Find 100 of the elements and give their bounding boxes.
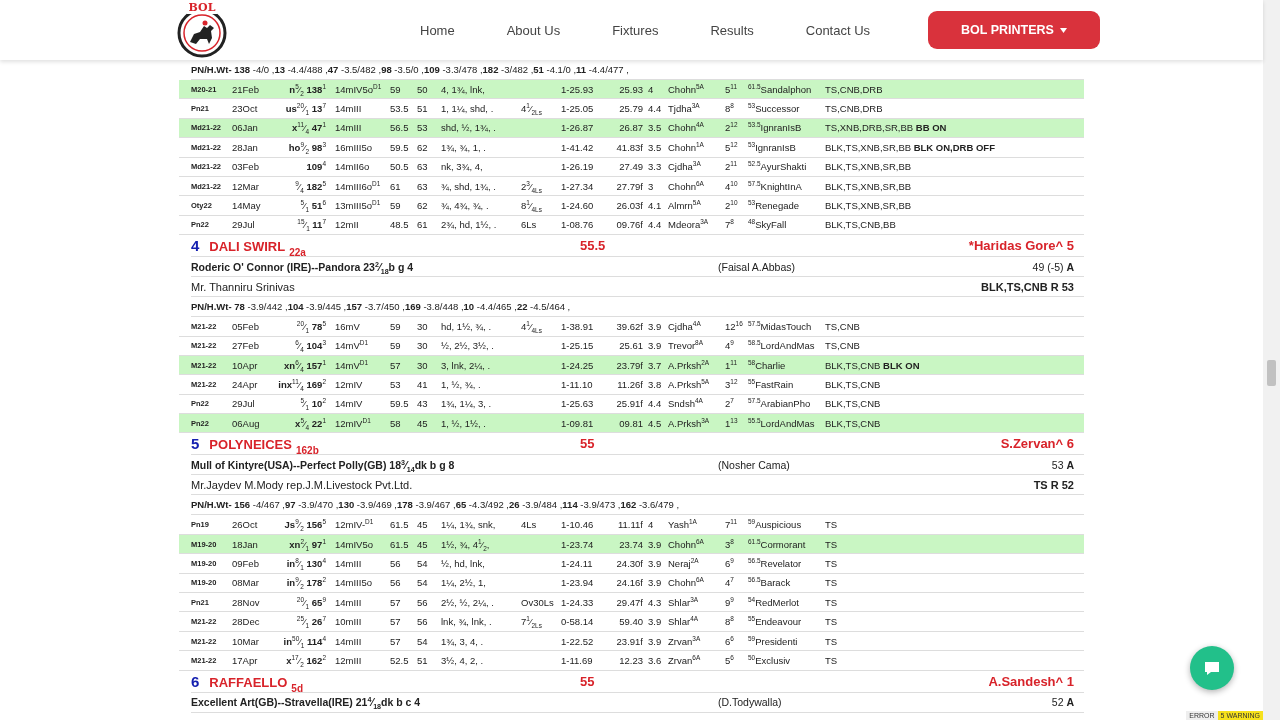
table-cell-text: 23.74 <box>618 538 643 550</box>
table-cell-text: 09Feb <box>232 557 260 569</box>
table-cell-text: TS,CNB,DRB <box>825 83 884 95</box>
pedigree-text: Excellent Art(GB)--Stravella(IRE) 21$^{4}$⁄$_{18}$dk b c 4 <box>191 696 422 709</box>
table-cell-text: 28Nov <box>232 596 261 608</box>
horse-number: 6 <box>191 672 200 690</box>
chat-button[interactable] <box>1190 646 1234 690</box>
table-cell-text: 1-24.25 <box>561 359 595 371</box>
table-cell-text: A.Prksh$^{2A}$ <box>668 359 711 371</box>
nav-link[interactable]: About Us <box>480 22 587 38</box>
table-cell-text: $^{52.5}$AyurShakti <box>748 161 808 173</box>
table-cell-text: 14mIII <box>335 596 363 608</box>
table-cell-text: 25.93 <box>618 83 643 95</box>
horse-number: 5 <box>191 435 200 453</box>
table-cell-text: 57 <box>390 635 402 647</box>
table-cell-text: 43 <box>417 398 429 410</box>
table-cell-text: 27.49 <box>618 161 643 173</box>
horse-number: 4 <box>191 237 200 255</box>
horse-rating: 49 (-5) A <box>1032 260 1075 273</box>
table-cell-text: 10mIII <box>335 616 363 628</box>
table-cell-text: 29.47f <box>615 596 643 608</box>
table-cell-text: 27.79f <box>615 180 643 192</box>
table-cell-text: BLK,TS,CNB BLK ON <box>825 359 921 371</box>
table-cell-text: TS,XNB,DRB,SR,BB BB ON <box>825 122 948 134</box>
table-cell-text: 25.79 <box>618 103 643 115</box>
horse-rating: 52 A <box>1051 696 1075 709</box>
table-cell-text: Zrvan$^{3A}$ <box>668 635 702 647</box>
table-cell-text: TS <box>825 557 839 569</box>
nav-link[interactable]: Fixtures <box>586 22 685 38</box>
table-cell-text: $^{57.5}$MidasTouch <box>748 320 813 332</box>
table-cell-text: 0-58.14 <box>561 616 595 628</box>
table-cell-text: Tjdha$^{3A}$ <box>668 103 701 115</box>
table-cell-text: 09.81 <box>618 417 643 429</box>
table-cell-text: 3.7 <box>647 359 663 371</box>
table-cell-text: $^{58}$Charlie <box>748 359 787 371</box>
table-cell-text: $^{15}$⁄$_{1}$ 11$^{7}$ <box>296 219 327 231</box>
table-cell-text: $^{53}$Successor <box>748 103 801 115</box>
table-cell-text: TS <box>825 519 839 531</box>
table-cell-text: 3.9 <box>647 340 663 352</box>
printers-dropdown-button[interactable]: BOL PRINTERS <box>928 11 1100 49</box>
table-cell-text: x$^{17}$⁄$_{2}$ 162$^{2}$ <box>285 654 327 666</box>
table-cell-text: $^{48}$SkyFall <box>748 219 788 231</box>
table-cell-text: 4Ls <box>521 519 538 531</box>
table-cell-text: x$^{11}$⁄$_{4}$ 47$^{1}$ <box>291 122 327 134</box>
table-cell-text: 12mIV <box>335 379 364 390</box>
nav-link[interactable]: Results <box>684 22 780 38</box>
table-cell-text: 3.9 <box>647 557 663 569</box>
table-cell-text: 26.03f <box>615 200 643 212</box>
trainer-name: (D.Todywalla) <box>718 696 782 709</box>
table-cell-text: TS,CNB <box>825 340 861 352</box>
horse-name: DALI SWIRL <box>209 239 286 255</box>
table-cell-text: 1$^{13}$ <box>725 417 739 429</box>
table-cell-text: $^{6}$⁄$_{4}$ 104$^{3}$ <box>294 340 327 352</box>
table-cell-text: 1-24.60 <box>561 200 595 212</box>
horse-name: POLYNEICES <box>209 437 292 453</box>
table-cell-text: $^{50}$Exclusiv <box>748 654 792 666</box>
table-cell-text: 2$^{11}$ <box>725 161 738 173</box>
table-cell-text: 56 <box>390 557 402 569</box>
table-cell-text: 11.26f <box>616 379 643 390</box>
table-cell-text: $^{20}$⁄$_{1}$ 78$^{5}$ <box>295 320 327 332</box>
table-cell-text: 28Jan <box>232 141 259 153</box>
table-cell-text: 2$^{3}$⁄$_{4Ls}$ <box>521 180 543 192</box>
table-cell-text: 14mIII <box>335 557 363 569</box>
table-cell-text: $^{61.5}$Sandalphon <box>748 83 813 95</box>
table-cell-text: BLK,TS,CNB <box>825 417 882 429</box>
table-cell-text: x$^{5}$⁄$_{4}$ 22$^{1}$ <box>294 417 327 429</box>
table-cell-text: 57 <box>390 616 402 628</box>
table-cell-text: 59.5 <box>390 398 410 410</box>
table-cell-text: 1-08.76 <box>561 219 595 231</box>
table-cell-text: 3.9 <box>647 538 663 550</box>
scrollbar[interactable] <box>1263 0 1280 720</box>
horse-name: RAFFAELLO <box>209 674 288 690</box>
table-cell-text: 14mV$^{D1}$ <box>335 340 370 352</box>
table-cell-text: 61 <box>417 219 429 231</box>
table-cell-text: 61 <box>390 180 402 192</box>
gear-text: BLK,TS,CNB R 53 <box>981 280 1075 293</box>
nav-link[interactable]: Contact Us <box>779 22 897 38</box>
table-cell-text: 24.16f <box>615 577 643 589</box>
table-cell-text: 14mIV5o <box>335 538 375 550</box>
table-cell-text: 14mIII6o$^{D1}$ <box>335 180 382 192</box>
table-cell-text: BLK,TS,CNB,BB <box>825 219 897 231</box>
trainer-name: (Nosher Cama) <box>718 458 790 471</box>
table-cell-text: 3.9 <box>647 320 663 332</box>
jockey-name: *Haridas Gore^ 5 <box>968 238 1075 254</box>
table-cell-text: 3.9 <box>647 616 663 628</box>
table-cell-text: 26Oct <box>232 519 259 531</box>
table-cell-text: 3, lnk, 2¼, . <box>441 359 492 371</box>
table-cell-text: 25.91f <box>615 398 643 410</box>
table-cell-text: 2$^{10}$ <box>725 200 739 212</box>
table-cell-text: 23.91f <box>615 635 643 647</box>
table-cell-text: 3.5 <box>647 141 663 153</box>
table-cell-text: xn$^{6}$⁄$_{4}$ 157$^{1}$ <box>283 359 327 371</box>
table-cell-text: 4$^{9}$ <box>725 340 735 352</box>
table-cell-text: 14mV$^{D1}$ <box>335 359 370 371</box>
nav-link[interactable]: Home <box>394 22 481 38</box>
table-cell-text: TS <box>825 616 839 628</box>
pedigree-text: Mull of Kintyre(USA)--Perfect Polly(GB) 18$^{3}$⁄$_{14}$dk b g 8 <box>191 458 456 471</box>
table-cell-text: 63 <box>417 161 429 173</box>
past-runs-line: PN/H.Wt- 78 -3.9/442 ,104 -3.9/445 ,157 -3.7/450 ,169 -3.8/448 ,10 -4.4/465 ,22 -4.5/464 , <box>191 301 571 313</box>
table-cell-text: 1¼, 2½, 1, <box>441 577 487 589</box>
